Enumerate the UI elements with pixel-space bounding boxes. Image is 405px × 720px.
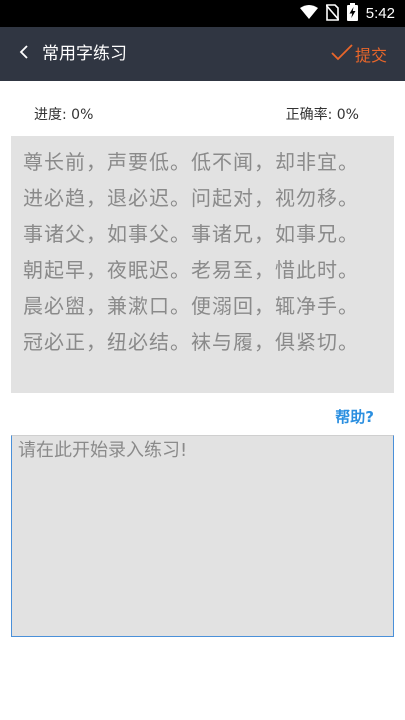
- reference-line: 尊长前，声要低。低不闻，却非宜。: [23, 150, 359, 174]
- submit-label: 提交: [354, 46, 387, 65]
- checkmark-icon: [331, 43, 353, 65]
- chevron-left-icon: [19, 44, 29, 64]
- no-sim-icon: [325, 3, 340, 25]
- help-link[interactable]: 帮助?: [335, 406, 374, 427]
- page-title: 常用字练习: [42, 44, 127, 64]
- reference-line: 晨必盥，兼漱口。便溺回，辄净手。: [23, 294, 359, 318]
- status-time: 5:42: [365, 5, 395, 22]
- submit-button[interactable]: 提交: [331, 27, 387, 81]
- status-bar: 5:42: [0, 0, 405, 27]
- accuracy-stat: 正确率: 0%: [285, 107, 359, 123]
- reference-text: 尊长前，声要低。低不闻，却非宜。 进必趋，退必迟。问起对，视勿移。 事诸父，如事…: [23, 144, 385, 360]
- reference-line: 冠必正，纽必结。袜与履，俱紧切。: [23, 330, 359, 354]
- reference-line: 事诸父，如事父。事诸兄，如事兄。: [23, 222, 359, 246]
- reference-line: 进必趋，退必迟。问起对，视勿移。: [23, 186, 359, 210]
- reference-line: 朝起早，夜眠迟。老易至，惜此时。: [23, 258, 359, 282]
- wifi-icon: [299, 4, 318, 24]
- battery-charging-icon: [346, 3, 358, 25]
- app-bar: 常用字练习 提交: [0, 27, 405, 81]
- stats-row: 进度: 0% 正确率: 0%: [0, 104, 405, 126]
- back-button[interactable]: [12, 40, 36, 68]
- reference-text-panel: 尊长前，声要低。低不闻，却非宜。 进必趋，退必迟。问起对，视勿移。 事诸父，如事…: [11, 136, 394, 393]
- practice-input[interactable]: [11, 435, 394, 637]
- status-icons: 5:42: [299, 3, 395, 25]
- progress-stat: 进度: 0%: [34, 107, 94, 123]
